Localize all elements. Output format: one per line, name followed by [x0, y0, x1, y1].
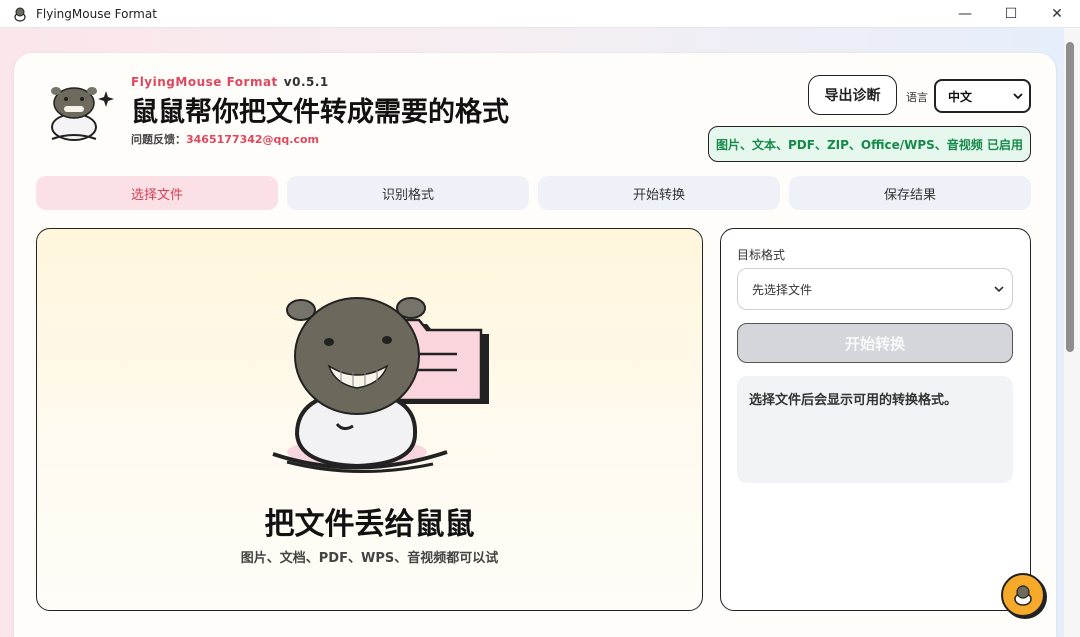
header: FlyingMouse Format v0.5.1 鼠鼠帮你把文件转成需要的格式 … [44, 75, 1034, 175]
scrollbar-thumb[interactable] [1066, 42, 1074, 352]
conversion-panel: 目标格式 先选择文件 开始转换 选择文件后会显示可用的转换格式。 [720, 228, 1031, 611]
file-drop-zone[interactable]: 把文件丢给鼠鼠 图片、文档、PDF、WPS、音视频都可以试 [36, 228, 703, 611]
export-diagnostics-button[interactable]: 导出诊断 [808, 75, 897, 115]
version-label: v0.5.1 [283, 75, 329, 89]
language-label: 语言 [906, 91, 928, 104]
mascot-logo [51, 87, 114, 141]
main-card: FlyingMouse Format v0.5.1 鼠鼠帮你把文件转成需要的格式 … [14, 53, 1056, 637]
brand-name: FlyingMouse Format [131, 75, 278, 89]
format-hint: 选择文件后会显示可用的转换格式。 [737, 376, 1013, 483]
chevron-down-icon [994, 286, 1004, 293]
minimize-button[interactable]: — [942, 0, 988, 28]
chevron-down-icon [1013, 93, 1023, 100]
step-start-convert[interactable]: 开始转换 [538, 176, 780, 210]
step-save-result[interactable]: 保存结果 [789, 176, 1031, 210]
sparkle-icon [98, 91, 114, 107]
feedback-label: 问题反馈： [131, 133, 186, 146]
target-format-value: 先选择文件 [752, 282, 813, 297]
target-format-select[interactable]: 先选择文件 [737, 268, 1013, 310]
language-select[interactable]: 中文 [934, 79, 1031, 113]
target-format-label: 目标格式 [737, 248, 786, 262]
mascot-fab-button[interactable] [1001, 573, 1045, 617]
brand-line: FlyingMouse Format v0.5.1 [131, 75, 329, 89]
drop-zone-subtitle: 图片、文档、PDF、WPS、音视频都可以试 [240, 551, 499, 566]
drop-zone-title: 把文件丢给鼠鼠 [264, 507, 475, 542]
language-value: 中文 [948, 89, 973, 104]
window-titlebar: FlyingMouse Format — ☐ ✕ [0, 0, 1080, 28]
window-title: FlyingMouse Format [36, 6, 157, 21]
feedback-email-link[interactable]: 3465177342@qq.com [186, 133, 319, 146]
maximize-button[interactable]: ☐ [988, 0, 1034, 28]
step-detect-format[interactable]: 识别格式 [287, 176, 529, 210]
close-button[interactable]: ✕ [1034, 0, 1080, 28]
app-icon [12, 6, 28, 22]
mascot-illustration [272, 297, 489, 474]
mouse-icon [1014, 585, 1032, 606]
start-convert-button[interactable]: 开始转换 [737, 323, 1013, 363]
step-tabs: 选择文件 识别格式 开始转换 保存结果 [36, 176, 1031, 210]
page-title: 鼠鼠帮你把文件转成需要的格式 [131, 97, 509, 128]
enabled-formats-badge: 图片、文本、PDF、ZIP、Office/WPS、音视频 已启用 [708, 126, 1031, 162]
feedback-line: 问题反馈：3465177342@qq.com [131, 131, 319, 147]
step-select-file[interactable]: 选择文件 [36, 176, 278, 210]
